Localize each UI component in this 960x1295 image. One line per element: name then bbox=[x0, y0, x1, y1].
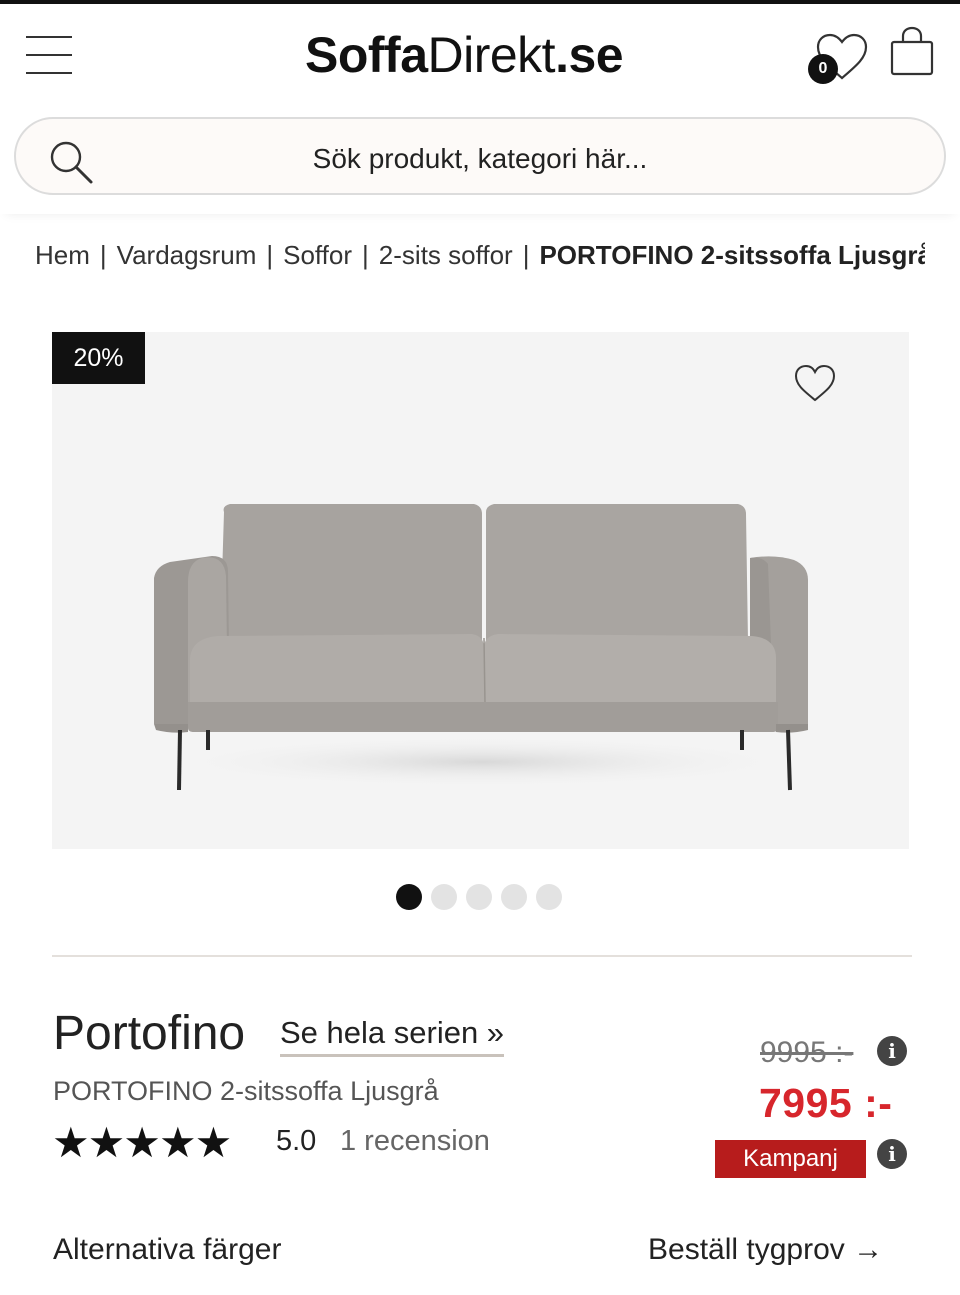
breadcrumb-2-seat-sofas[interactable]: 2-sits soffor bbox=[379, 240, 513, 270]
order-fabric-sample-link[interactable]: Beställ tygprov → bbox=[648, 1233, 883, 1267]
breadcrumb-sofas[interactable]: Soffor bbox=[283, 240, 352, 270]
menu-bar bbox=[26, 54, 72, 56]
alternative-colors-toggle[interactable]: Alternativa färger bbox=[53, 1233, 281, 1267]
breadcrumb-home[interactable]: Hem bbox=[35, 240, 90, 270]
carousel-dot-active[interactable] bbox=[396, 884, 422, 910]
breadcrumb-current: PORTOFINO 2-sitssoffa Ljusgrå bbox=[539, 240, 925, 270]
shopping-bag-icon bbox=[890, 26, 934, 76]
product-subtitle: PORTOFINO 2-sitssoffa Ljusgrå bbox=[53, 1076, 439, 1106]
carousel-dot[interactable] bbox=[431, 884, 457, 910]
breadcrumb: Hem | Vardagsrum | Soffor | 2-sits soffor | PORT… bbox=[35, 240, 925, 276]
carousel-dot[interactable] bbox=[466, 884, 492, 910]
search-placeholder: Sök produkt, kategori här... bbox=[312, 143, 648, 174]
menu-bar bbox=[26, 36, 72, 38]
carousel-dot[interactable] bbox=[501, 884, 527, 910]
wishlist-button[interactable]: 0 bbox=[808, 28, 870, 84]
breadcrumb-separator: | bbox=[266, 240, 274, 270]
heart-outline-icon bbox=[794, 364, 836, 402]
price-info-icon[interactable]: i bbox=[877, 1036, 907, 1066]
wishlist-count-badge: 0 bbox=[808, 54, 838, 84]
breadcrumb-separator: | bbox=[362, 240, 369, 270]
campaign-badge: Kampanj bbox=[715, 1140, 866, 1178]
sale-price: 7995 :- bbox=[759, 1080, 893, 1126]
discount-badge: 20% bbox=[52, 332, 145, 384]
breadcrumb-living-room[interactable]: Vardagsrum bbox=[117, 240, 257, 270]
view-series-link[interactable]: Se hela serien » bbox=[280, 1015, 505, 1057]
review-count-link[interactable]: 1 recension bbox=[340, 1125, 490, 1158]
site-header: SoffaDirekt.se 0 Sök produkt, kategori h… bbox=[0, 4, 960, 214]
site-logo[interactable]: SoffaDirekt.se bbox=[305, 26, 624, 84]
campaign-info-icon[interactable]: i bbox=[877, 1139, 907, 1169]
rating-score: 5.0 bbox=[276, 1125, 317, 1157]
menu-button[interactable] bbox=[26, 34, 74, 78]
breadcrumb-separator: | bbox=[99, 240, 107, 270]
logo-text-domain: .se bbox=[555, 27, 624, 83]
sofa-image bbox=[154, 504, 808, 791]
rating-stars: ★★★★★ bbox=[52, 1119, 232, 1166]
cart-button[interactable] bbox=[888, 26, 936, 78]
original-price: 9995 :- bbox=[760, 1036, 854, 1069]
product-image-carousel[interactable]: 20% bbox=[52, 332, 909, 849]
breadcrumb-separator: | bbox=[522, 240, 530, 270]
logo-text-regular: Direkt bbox=[427, 27, 556, 83]
add-to-wishlist-button[interactable] bbox=[792, 362, 838, 404]
menu-bar bbox=[26, 72, 72, 74]
carousel-dot[interactable] bbox=[536, 884, 562, 910]
section-divider bbox=[52, 955, 912, 957]
product-name: Portofino bbox=[53, 1007, 246, 1060]
search-bar[interactable]: Sök produkt, kategori här... bbox=[14, 117, 946, 195]
logo-text-bold: Soffa bbox=[305, 27, 428, 83]
